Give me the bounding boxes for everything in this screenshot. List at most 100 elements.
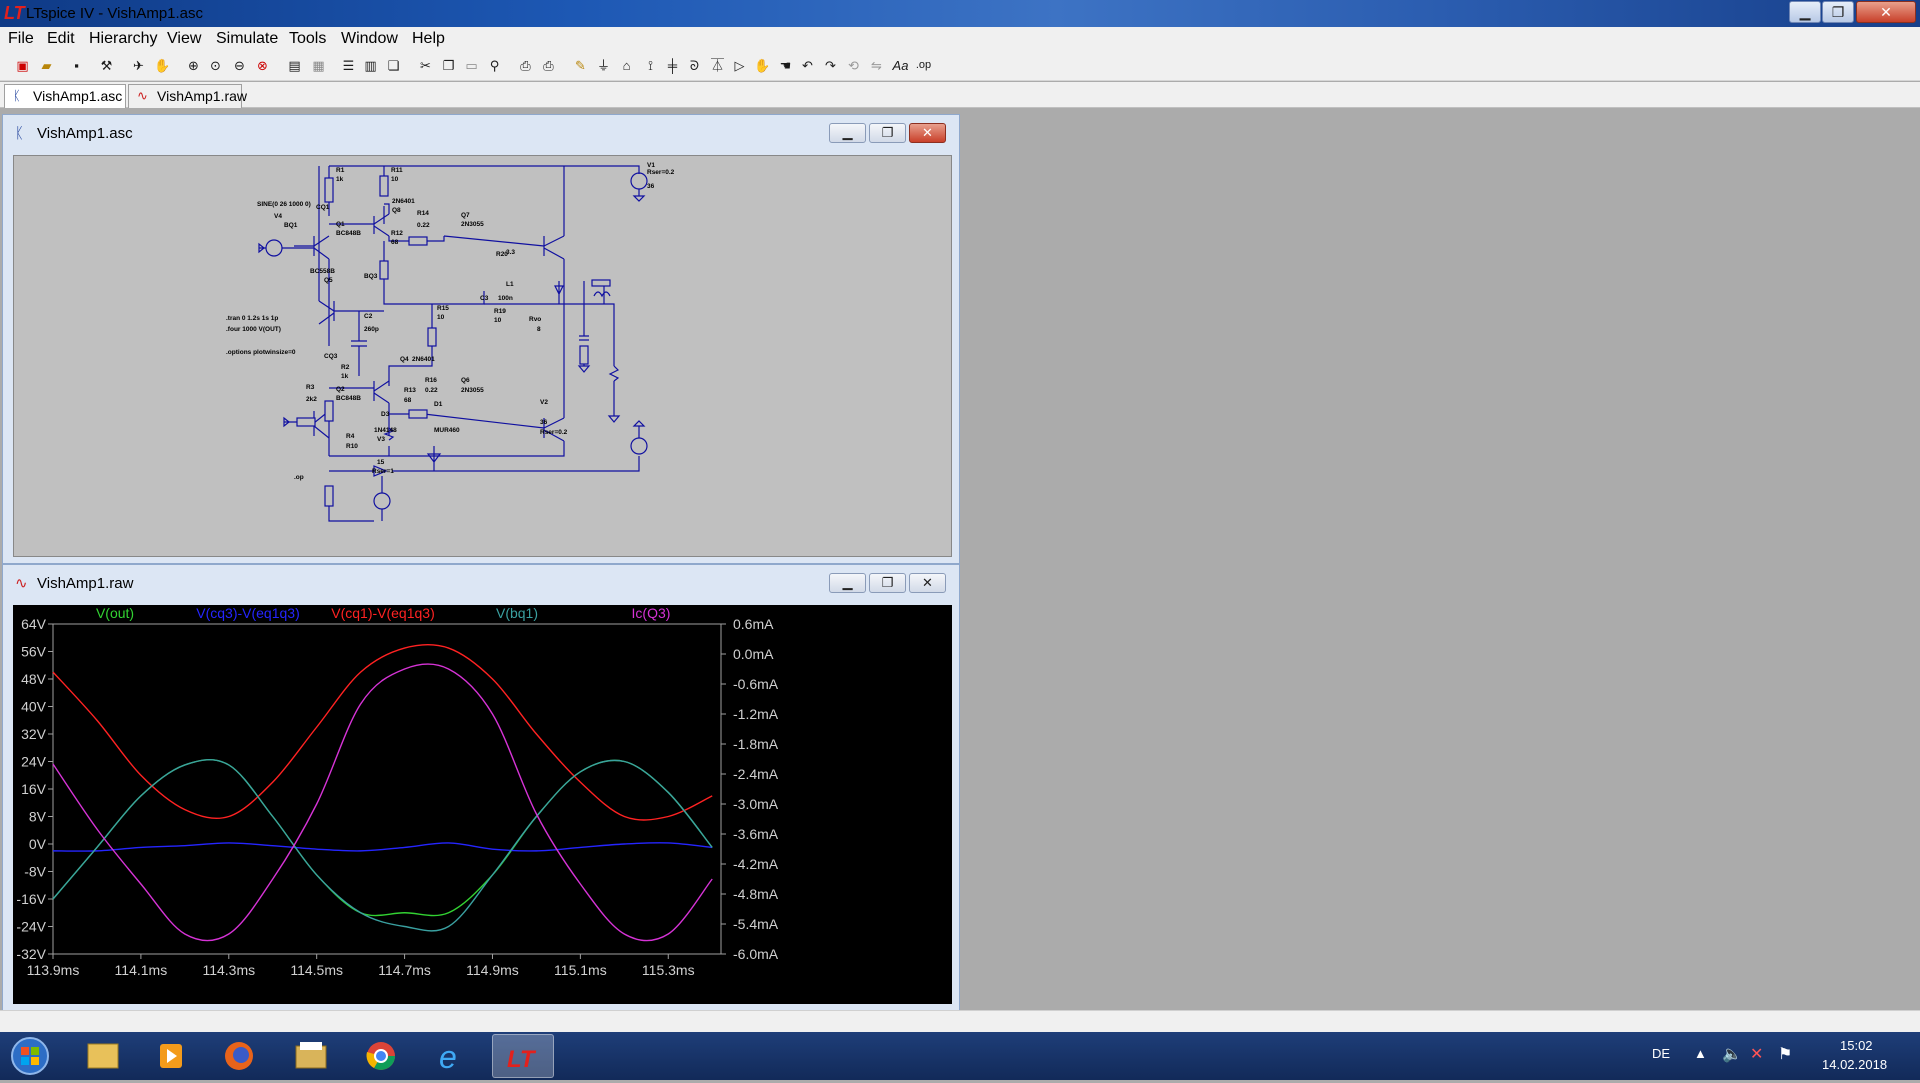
menu-simulate[interactable]: Simulate <box>216 30 278 48</box>
clock-date[interactable]: 14.02.2018 <box>1822 1057 1887 1072</box>
tile-vertical-icon[interactable]: ▥ <box>360 55 381 76</box>
schematic-maximize-button[interactable]: ❐ <box>869 123 906 143</box>
menu-window[interactable]: Window <box>341 30 398 48</box>
move-icon[interactable]: ✋ <box>752 55 773 76</box>
label-net-icon[interactable]: ⌂ <box>616 55 637 76</box>
volume-icon[interactable]: 🔈 <box>1722 1044 1742 1064</box>
control-panel-icon[interactable]: ⚒ <box>96 55 117 76</box>
paste-icon[interactable]: ▭ <box>461 55 482 76</box>
maximize-button[interactable]: ❐ <box>1822 1 1854 23</box>
schematic-canvas[interactable]: R1 1k R11 10 V1 Rser=0.2 36 SINE(0 26 10… <box>13 155 952 557</box>
y-right-tick-7: -3.6mA <box>733 826 779 842</box>
menu-edit[interactable]: Edit <box>47 30 75 48</box>
firefox-icon[interactable] <box>208 1034 270 1078</box>
network-icon[interactable]: ✕ <box>1750 1044 1763 1064</box>
label-tran: .tran 0 1.2s 1s 1p <box>226 315 278 322</box>
capacitor-icon[interactable]: ╪ <box>662 55 683 76</box>
label-c3v: 100n <box>498 295 513 302</box>
rotate-icon[interactable]: ⟲ <box>843 55 864 76</box>
zoom-out-icon[interactable]: ⊖ <box>229 55 250 76</box>
undo-icon[interactable]: ↶ <box>797 55 818 76</box>
label-q8: Q8 <box>392 207 401 214</box>
print-preview-icon[interactable]: ⎙ <box>515 55 536 76</box>
run-icon[interactable]: ✈ <box>128 55 149 76</box>
label-d3m: 1N4148 <box>374 427 397 434</box>
label-r16v: 0.22 <box>425 387 438 394</box>
y-right-tick-4: -1.8mA <box>733 736 779 752</box>
waveform-plot[interactable]: V(out)V(cq3)-V(eq1q3)V(cq1)-V(eq1q3)V(bq… <box>13 605 952 1004</box>
label-q6: Q6 <box>461 377 470 384</box>
ltspice-icon[interactable]: LT <box>492 1034 554 1078</box>
grid-icon[interactable]: ▦ <box>308 55 329 76</box>
clock-time[interactable]: 15:02 <box>1840 1038 1873 1053</box>
tile-horizontal-icon[interactable]: ☰ <box>338 55 359 76</box>
new-schematic-icon[interactable]: ▣ <box>12 55 33 76</box>
x-tick-0: 113.9ms <box>27 962 80 978</box>
y-left-tick-12: -32V <box>16 946 46 962</box>
tab-waveform[interactable]: ∿ VishAmp1.raw <box>128 84 242 108</box>
label-four: .four 1000 V(OUT) <box>226 326 281 333</box>
explorer-icon[interactable] <box>72 1034 134 1078</box>
text-icon[interactable]: Aa <box>890 55 911 76</box>
find-icon[interactable]: ⚲ <box>484 55 505 76</box>
minimize-button[interactable]: ▁ <box>1789 1 1821 23</box>
file-manager-icon[interactable] <box>280 1034 342 1078</box>
language-indicator[interactable]: DE <box>1652 1046 1670 1061</box>
svg-text:LT: LT <box>507 1046 537 1073</box>
mirror-icon[interactable]: ⇋ <box>866 55 887 76</box>
tab-schematic-label: VishAmp1.asc <box>33 88 122 104</box>
waveform-minimize-button[interactable]: ▁ <box>829 573 866 593</box>
menu-help[interactable]: Help <box>412 30 445 48</box>
pan-icon[interactable]: ⊙ <box>205 55 226 76</box>
save-icon[interactable]: ▪ <box>66 55 87 76</box>
label-q8m: 2N6401 <box>392 198 415 205</box>
schematic-minimize-button[interactable]: ▁ <box>829 123 866 143</box>
waveform-window-title: VishAmp1.raw <box>37 575 133 592</box>
menu-hierarchy[interactable]: Hierarchy <box>89 30 157 48</box>
schematic-close-button[interactable]: ✕ <box>909 123 946 143</box>
diode-icon[interactable]: ⏄ <box>707 55 728 76</box>
start-orb[interactable] <box>4 1034 56 1078</box>
menu-view[interactable]: View <box>167 30 201 48</box>
open-icon[interactable]: ▰ <box>36 55 57 76</box>
close-button[interactable]: ✕ <box>1856 1 1916 23</box>
zoom-in-icon[interactable]: ⊕ <box>183 55 204 76</box>
y-left-tick-1: 56V <box>21 644 47 660</box>
label-r3v: 2k2 <box>306 396 317 403</box>
y-left-tick-6: 16V <box>21 781 47 797</box>
copy-icon[interactable]: ❐ <box>438 55 459 76</box>
label-v2: V2 <box>540 399 548 406</box>
wire-icon[interactable]: ✎ <box>570 55 591 76</box>
ground-icon[interactable]: ⏚ <box>593 55 614 76</box>
menu-file[interactable]: File <box>8 30 34 48</box>
action-center-icon[interactable]: ⚑ <box>1778 1044 1792 1064</box>
media-player-icon[interactable] <box>140 1034 202 1078</box>
y-left-tick-2: 48V <box>21 671 47 687</box>
menu-tools[interactable]: Tools <box>289 30 326 48</box>
autorange-icon[interactable]: ▤ <box>284 55 305 76</box>
print-icon[interactable]: ⎙ <box>538 55 559 76</box>
zoom-fit-icon[interactable]: ⊗ <box>252 55 273 76</box>
redo-icon[interactable]: ↷ <box>820 55 841 76</box>
y-right-tick-9: -4.8mA <box>733 886 779 902</box>
ie-icon[interactable]: e <box>420 1034 482 1078</box>
cascade-icon[interactable]: ❏ <box>383 55 404 76</box>
cut-icon[interactable]: ✂ <box>415 55 436 76</box>
label-r16: R16 <box>425 377 437 384</box>
waveform-close-button[interactable]: ✕ <box>909 573 946 593</box>
resistor-icon[interactable]: ⟟ <box>640 55 661 76</box>
spice-directive-icon[interactable]: .op <box>913 55 934 76</box>
drag-icon[interactable]: ☚ <box>775 55 796 76</box>
label-c2: C2 <box>364 313 373 320</box>
tab-schematic[interactable]: ᛕ VishAmp1.asc <box>4 84 126 108</box>
label-v3r: Rser=1 <box>372 468 394 475</box>
halt-icon[interactable]: ✋ <box>152 55 173 76</box>
waveform-maximize-button[interactable]: ❐ <box>869 573 906 593</box>
component-icon[interactable]: ▷ <box>729 55 750 76</box>
label-cq3: CQ3 <box>324 353 338 360</box>
inductor-icon[interactable]: ᘐ <box>684 55 705 76</box>
chrome-icon[interactable] <box>350 1034 412 1078</box>
label-r1v: 1k <box>336 176 344 183</box>
legend-entry-1: V(cq3)-V(eq1q3) <box>196 605 300 621</box>
show-hidden-icons-icon[interactable]: ▲ <box>1694 1046 1707 1061</box>
